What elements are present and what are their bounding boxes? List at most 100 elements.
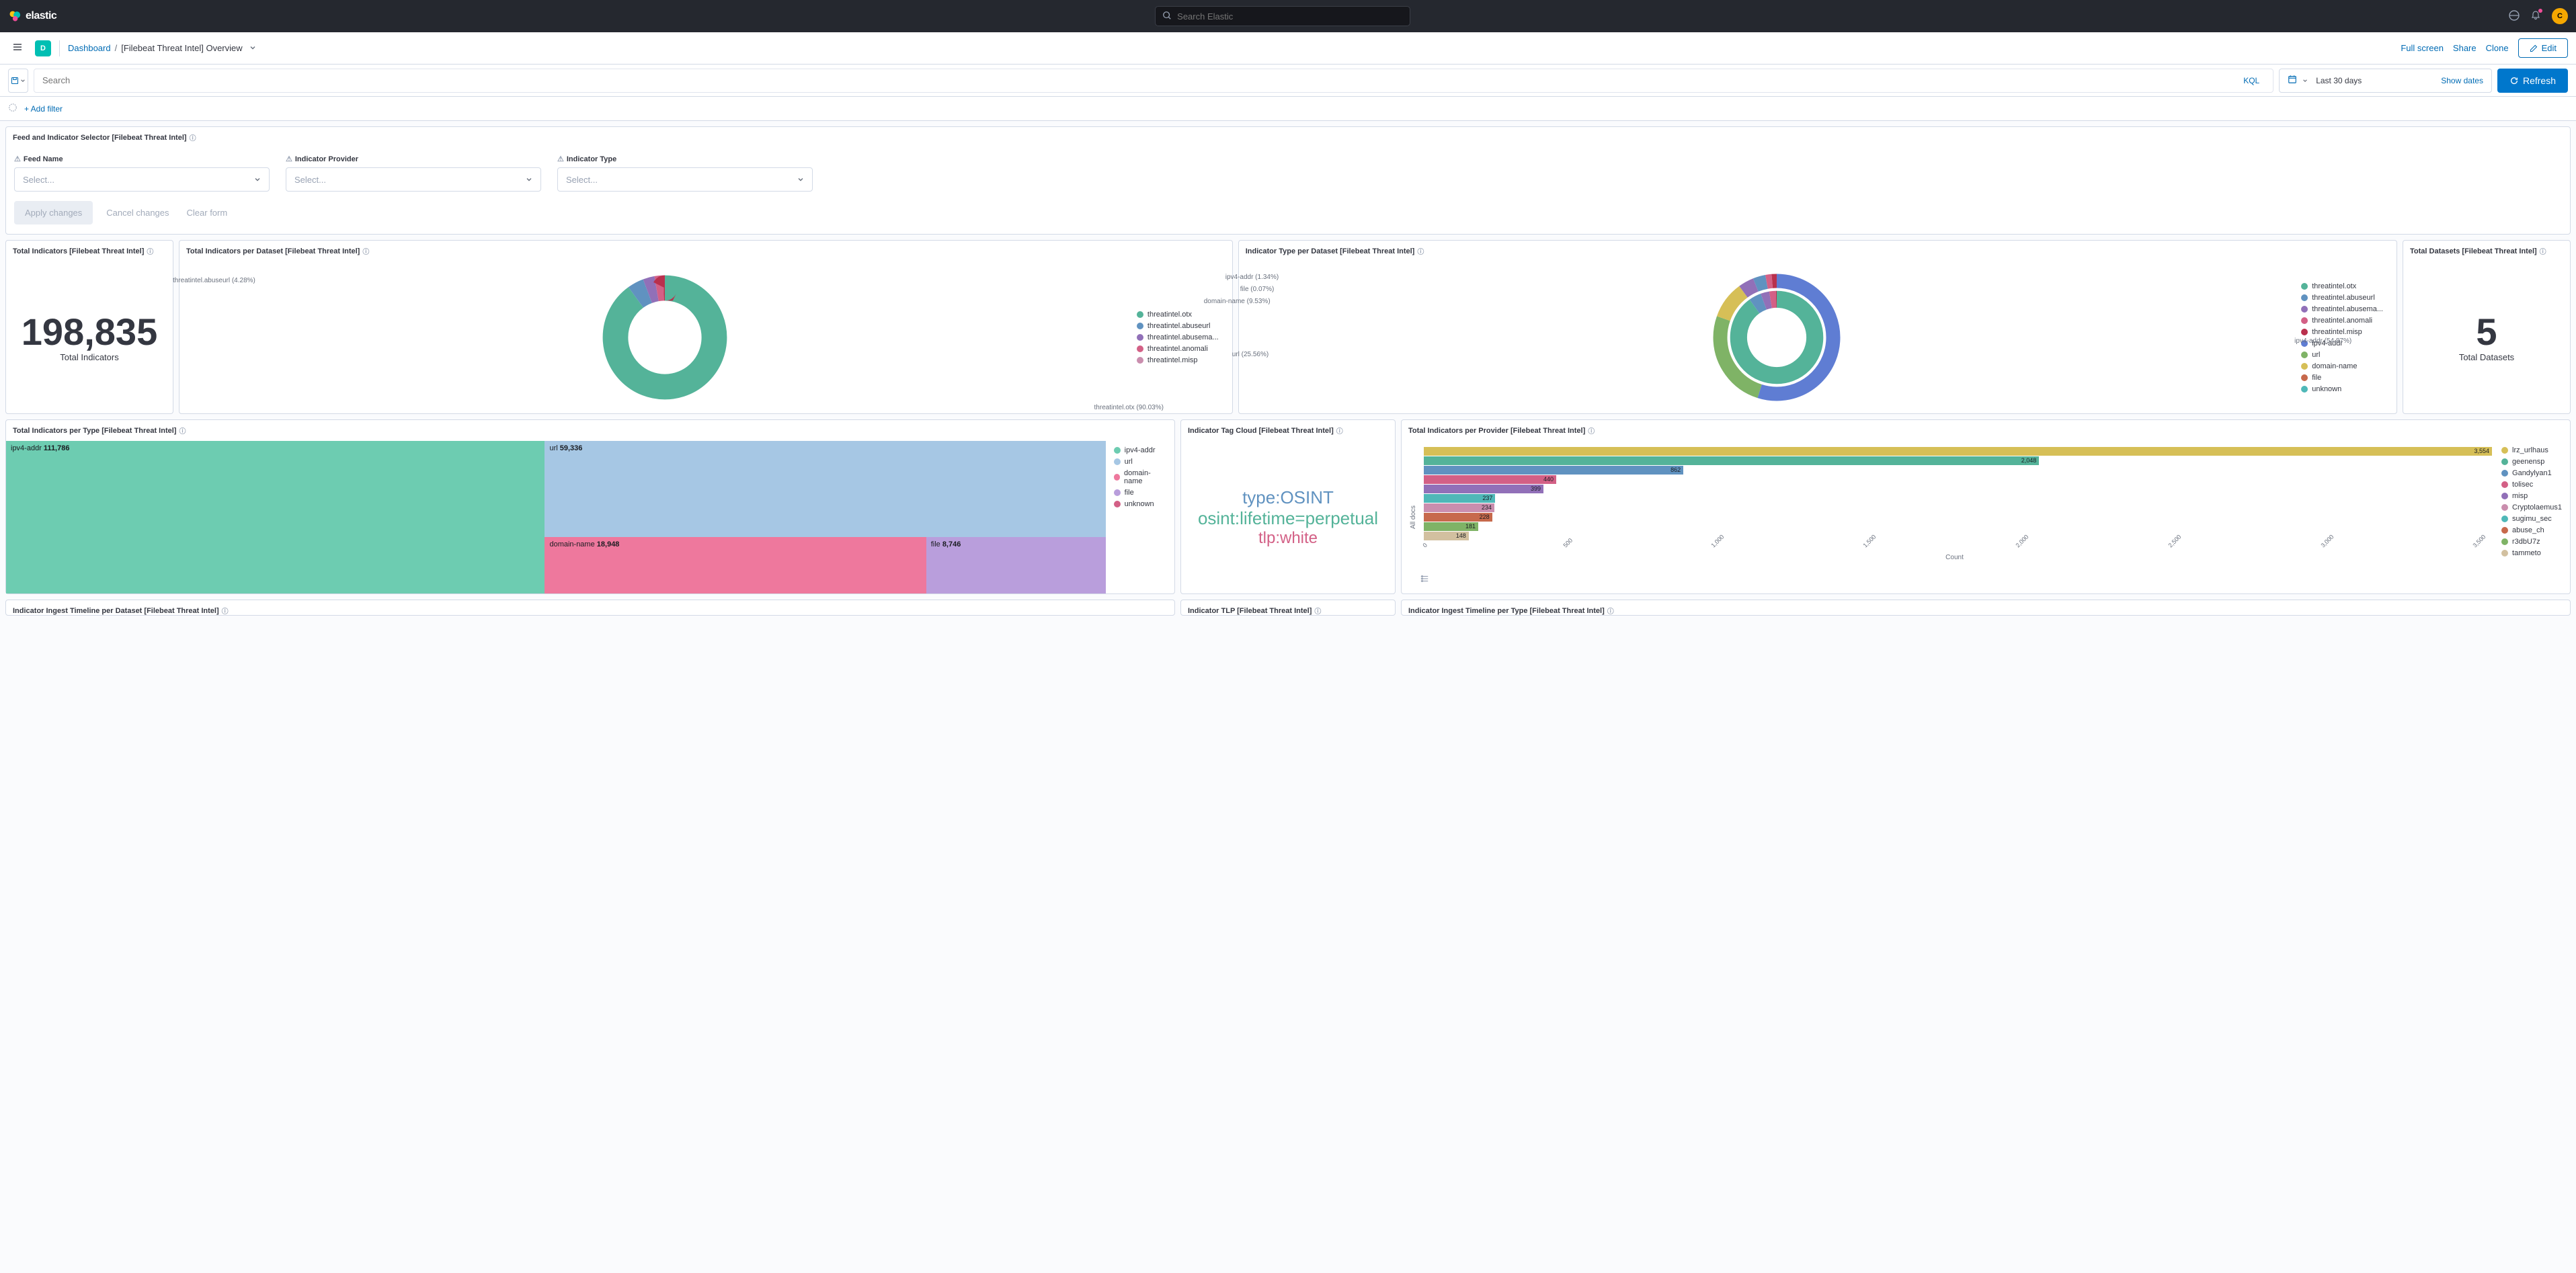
user-avatar[interactable]: C — [2552, 8, 2568, 24]
elastic-logo[interactable]: elastic — [8, 9, 56, 23]
legend-swatch — [1137, 357, 1143, 364]
edit-button[interactable]: Edit — [2518, 38, 2568, 58]
control-label: Feed Name — [24, 155, 63, 163]
bar-row[interactable]: 181 — [1424, 522, 2492, 531]
bar-row[interactable]: 399 — [1424, 484, 2492, 493]
clone-button[interactable]: Clone — [2486, 43, 2509, 53]
apply-changes-button[interactable]: Apply changes — [14, 201, 93, 224]
legend-item[interactable]: tammeto — [2501, 549, 2562, 557]
indicator-provider-select[interactable]: Select... — [286, 167, 541, 192]
info-icon[interactable]: ⓘ — [179, 425, 186, 436]
bar-row[interactable]: 234 — [1424, 503, 2492, 512]
info-icon[interactable]: ⓘ — [362, 246, 369, 256]
legend-item[interactable]: geenensp — [2501, 458, 2562, 466]
info-icon[interactable]: ⓘ — [1417, 246, 1424, 256]
bar-row[interactable]: 862 — [1424, 465, 2492, 475]
legend-item[interactable]: threatintel.otx — [1137, 311, 1219, 319]
legend-item[interactable]: threatintel.anomali — [2301, 317, 2383, 325]
legend-item[interactable]: url — [2301, 351, 2383, 359]
bar-row[interactable]: 237 — [1424, 493, 2492, 503]
legend-swatch — [2501, 458, 2508, 465]
legend-label: threatintel.misp — [1148, 356, 1198, 364]
date-picker[interactable]: Last 30 days Show dates — [2279, 69, 2492, 93]
global-search-input[interactable] — [1177, 11, 1403, 22]
legend-item[interactable]: r3dbU7z — [2501, 538, 2562, 546]
legend-item[interactable]: ipv4-addr — [1114, 446, 1166, 454]
global-search[interactable] — [1155, 6, 1410, 26]
bar-row[interactable]: 2,048 — [1424, 456, 2492, 465]
date-range-label: Last 30 days — [2316, 76, 2362, 85]
newsfeed-icon[interactable] — [2509, 10, 2520, 23]
legend-item[interactable]: threatintel.misp — [2301, 328, 2383, 336]
bar-row[interactable]: 228 — [1424, 512, 2492, 522]
timeline-type-panel: Indicator Ingest Timeline per Type [File… — [1401, 600, 2571, 616]
legend-item[interactable]: url — [1114, 458, 1166, 466]
feed-name-select[interactable]: Select... — [14, 167, 270, 192]
bar-row[interactable]: 3,554 — [1424, 446, 2492, 456]
panel-title: Indicator Tag Cloud [Filebeat Threat Int… — [1188, 427, 1334, 435]
info-icon[interactable]: ⓘ — [222, 606, 229, 616]
donut-chart[interactable] — [594, 267, 735, 408]
legend-item[interactable]: Gandylyan1 — [2501, 469, 2562, 477]
legend-item[interactable]: unknown — [1114, 500, 1166, 508]
treemap-chart[interactable]: ipv4-addr 111,786 url 59,336 domain-name… — [6, 441, 1106, 593]
info-icon[interactable]: ⓘ — [147, 246, 153, 256]
legend-item[interactable]: unknown — [2301, 385, 2383, 393]
clear-form-button[interactable]: Clear form — [183, 201, 232, 224]
legend-item[interactable]: threatintel.abusema... — [1137, 333, 1219, 341]
legend-toggle-icon[interactable] — [1420, 574, 1429, 585]
metric-label: Total Indicators — [22, 352, 157, 362]
space-selector[interactable]: D — [35, 40, 51, 56]
breadcrumb-root[interactable]: Dashboard — [68, 43, 111, 53]
query-input-wrap[interactable]: KQL — [34, 69, 2273, 93]
legend-item[interactable]: file — [1114, 489, 1166, 497]
info-icon[interactable]: ⓘ — [2540, 246, 2546, 256]
query-input[interactable] — [42, 75, 2238, 85]
tag-cloud[interactable]: type:OSINT osint:lifetime=perpetual tlp:… — [1198, 487, 1378, 548]
saved-query-button[interactable] — [8, 69, 28, 93]
legend-swatch — [1137, 334, 1143, 341]
info-icon[interactable]: ⓘ — [1588, 425, 1595, 436]
legend-item[interactable]: threatintel.abuseurl — [2301, 294, 2383, 302]
legend-item[interactable]: threatintel.otx — [2301, 282, 2383, 290]
cancel-changes-button[interactable]: Cancel changes — [102, 201, 173, 224]
legend-item[interactable]: misp — [2501, 492, 2562, 500]
tag-item[interactable]: type:OSINT — [1242, 487, 1334, 508]
add-filter-button[interactable]: + Add filter — [24, 104, 63, 114]
legend-item[interactable]: sugimu_sec — [2501, 515, 2562, 523]
chevron-down-icon[interactable] — [249, 43, 256, 53]
info-icon[interactable]: ⓘ — [1607, 606, 1614, 616]
donut-chart[interactable] — [1706, 267, 1847, 408]
legend-item[interactable]: lrz_urlhaus — [2501, 446, 2562, 454]
bar-chart[interactable]: 3,5542,048862440399237234228181148 05001… — [1417, 446, 2492, 588]
legend-item[interactable]: threatintel.misp — [1137, 356, 1219, 364]
legend-item[interactable]: file — [2301, 374, 2383, 382]
nav-toggle-icon[interactable] — [8, 38, 27, 58]
legend-item[interactable]: domain-name — [1114, 469, 1166, 485]
legend-item[interactable]: abuse_ch — [2501, 526, 2562, 534]
legend-item[interactable]: tolisec — [2501, 481, 2562, 489]
indicator-type-select[interactable]: Select... — [557, 167, 813, 192]
search-icon — [1162, 11, 1172, 22]
refresh-button[interactable]: Refresh — [2497, 69, 2568, 93]
legend-item[interactable]: threatintel.anomali — [1137, 345, 1219, 353]
info-icon[interactable]: ⓘ — [190, 132, 196, 142]
query-lang-toggle[interactable]: KQL — [2238, 76, 2265, 85]
legend-item[interactable]: domain-name — [2301, 362, 2383, 370]
info-icon[interactable]: ⓘ — [1336, 425, 1343, 436]
legend-item[interactable]: Cryptolaemus1 — [2501, 503, 2562, 511]
chevron-down-icon — [526, 176, 532, 183]
show-dates-link[interactable]: Show dates — [2441, 76, 2483, 85]
tag-item[interactable]: osint:lifetime=perpetual — [1198, 508, 1378, 529]
filter-options-icon[interactable] — [8, 103, 17, 114]
legend-item[interactable]: threatintel.abuseurl — [1137, 322, 1219, 330]
elastic-logo-icon — [8, 9, 22, 23]
share-button[interactable]: Share — [2453, 43, 2477, 53]
info-icon[interactable]: ⓘ — [1314, 606, 1321, 616]
bar-row[interactable]: 440 — [1424, 475, 2492, 484]
notifications-icon[interactable] — [2530, 10, 2541, 23]
tag-item[interactable]: tlp:white — [1258, 529, 1318, 548]
legend-item[interactable]: threatintel.abusema... — [2301, 305, 2383, 313]
fullscreen-button[interactable]: Full screen — [2401, 43, 2444, 53]
edit-label: Edit — [2542, 43, 2557, 53]
